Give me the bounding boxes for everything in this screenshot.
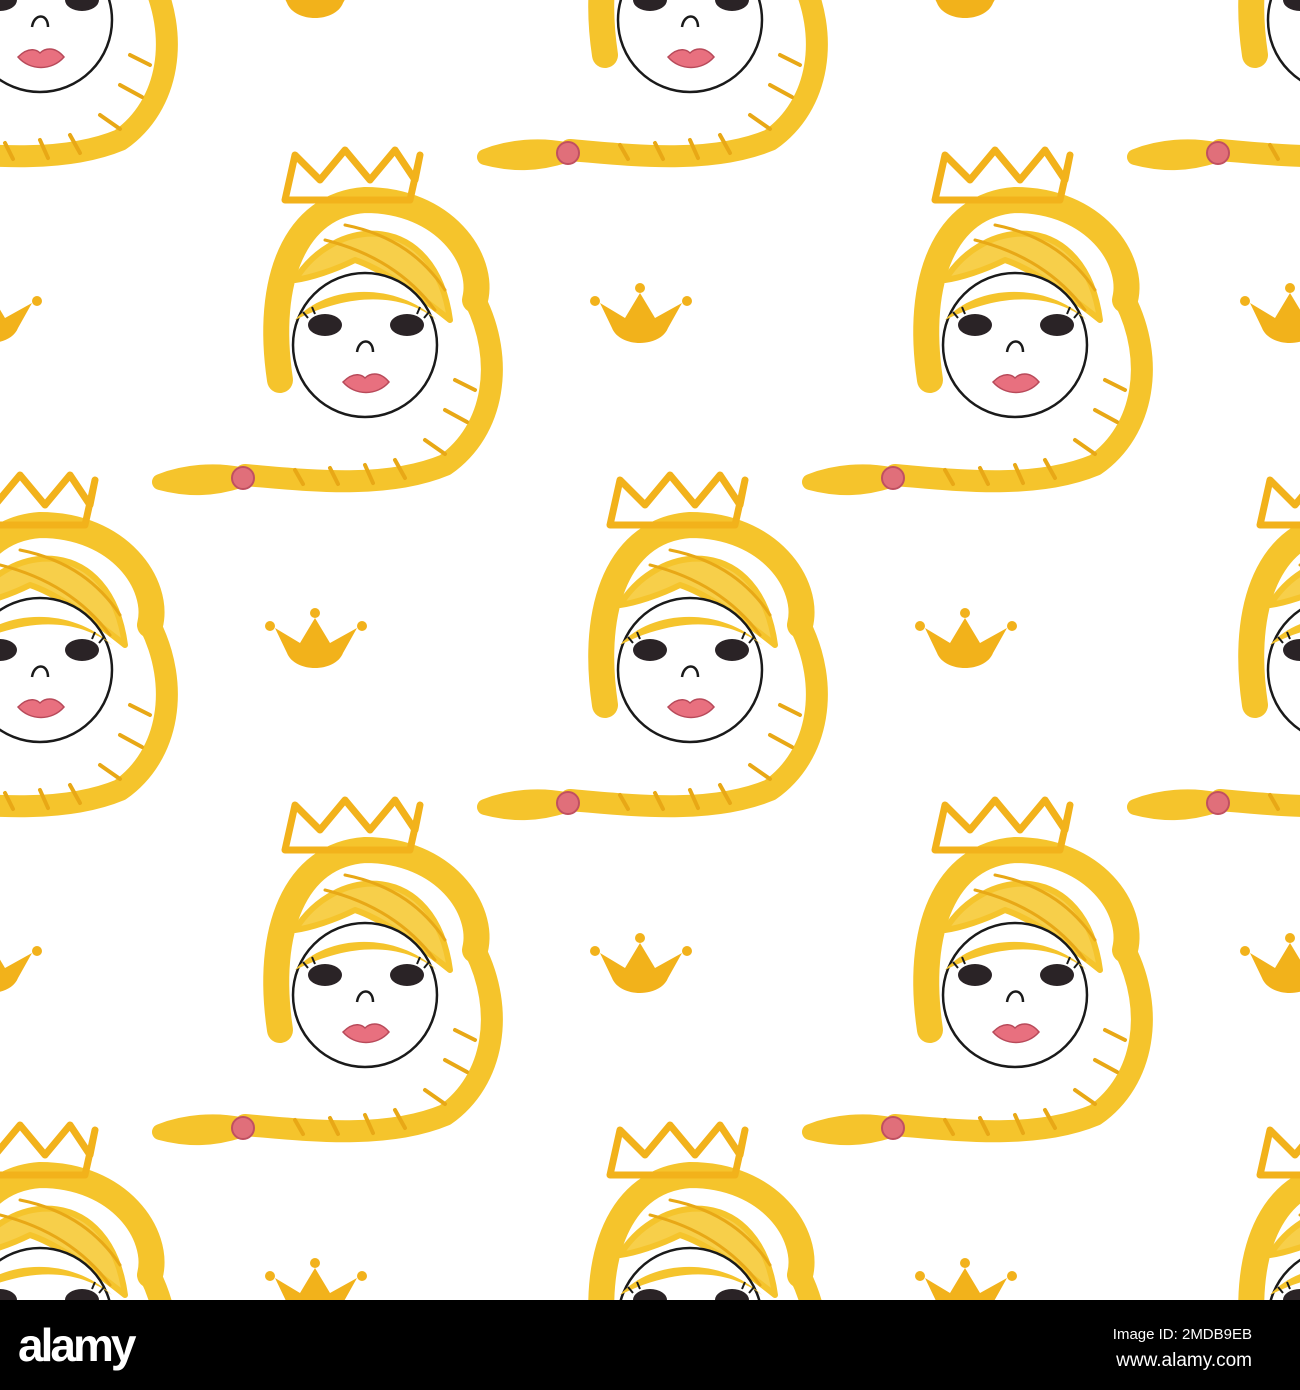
image-id: Image ID: 2MDB9EB	[1112, 1326, 1252, 1343]
princess-pattern-canvas	[0, 0, 1300, 1300]
website-link[interactable]: www.alamy.com	[1116, 1350, 1252, 1372]
alamy-logo: alamy	[18, 1319, 136, 1371]
princess-pattern	[0, 0, 1300, 1300]
watermark-footer: alamy Image ID: 2MDB9EB www.alamy.com	[0, 1300, 1300, 1390]
stock-image: alamy Image ID: 2MDB9EB www.alamy.com	[0, 0, 1300, 1390]
